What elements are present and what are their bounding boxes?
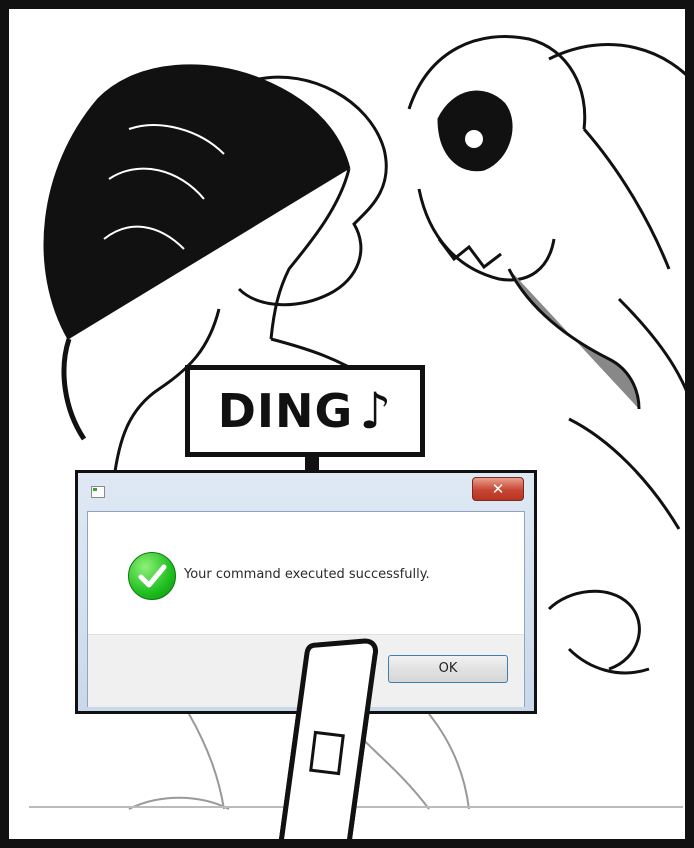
- message-dialog: ✕ Your command executed successfully. OK: [75, 470, 537, 714]
- close-button[interactable]: ✕: [472, 477, 524, 501]
- ding-sign: DING ♪: [185, 365, 425, 457]
- button-area: OK: [88, 634, 524, 707]
- success-check-icon: [128, 552, 176, 600]
- music-note-icon: ♪: [359, 382, 393, 440]
- ok-button[interactable]: OK: [388, 655, 508, 683]
- dialog-titlebar[interactable]: ✕: [78, 473, 534, 507]
- sign-text: DING: [217, 384, 354, 438]
- dialog-message: Your command executed successfully.: [184, 567, 430, 582]
- dialog-body: Your command executed successfully. OK: [87, 511, 525, 707]
- window-app-icon: [91, 486, 105, 498]
- message-area: Your command executed successfully.: [88, 512, 524, 634]
- comic-panel: DING ♪ ✕ Your command executed successfu…: [0, 0, 694, 848]
